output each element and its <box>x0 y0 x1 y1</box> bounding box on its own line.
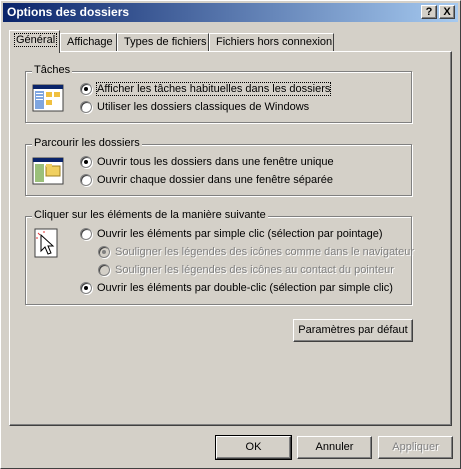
option-label: Ouvrir les éléments par simple clic (sél… <box>97 228 383 240</box>
tasks-group-title: Tâches <box>32 64 73 76</box>
option-label: Souligner les légendes des icônes au con… <box>115 264 394 276</box>
close-button[interactable]: X <box>439 5 455 19</box>
tab-display-label: Affichage <box>67 36 113 48</box>
tab-general-label: Général <box>13 33 58 47</box>
radio-button[interactable] <box>80 101 92 113</box>
tab-offline-files-label: Fichiers hors connexion <box>216 36 333 48</box>
tab-file-types[interactable]: Types de fichiers <box>117 33 209 52</box>
tab-general[interactable]: Général <box>9 30 60 53</box>
cancel-label: Annuler <box>315 441 354 453</box>
ok-button[interactable]: OK <box>215 435 292 460</box>
radio-button <box>98 264 110 276</box>
title-bar[interactable]: Options des dossiers ? X <box>3 3 458 22</box>
option-label: Souligner les légendes des icônes comme … <box>115 246 415 258</box>
cancel-button[interactable]: Annuler <box>297 436 372 459</box>
radio-button <box>98 246 110 258</box>
radio-button[interactable] <box>80 228 92 240</box>
window-title: Options des dossiers <box>7 5 130 19</box>
ok-label: OK <box>245 441 262 453</box>
tab-offline-files[interactable]: Fichiers hors connexion <box>209 33 334 52</box>
tasks-group: Tâches Afficher les tâches habituelles d… <box>25 64 412 123</box>
radio-button[interactable] <box>80 174 92 186</box>
option-label: Ouvrir les éléments par double-clic (sél… <box>97 282 393 294</box>
radio-button[interactable] <box>80 156 92 168</box>
pointer-click-icon <box>34 228 58 258</box>
tab-file-types-label: Types de fichiers <box>124 36 207 48</box>
option-label: Ouvrir chaque dossier dans une fenêtre s… <box>97 174 334 186</box>
help-button[interactable]: ? <box>421 5 437 19</box>
click-items-group: Cliquer sur les éléments de la manière s… <box>25 209 415 305</box>
option-label: Utiliser les dossiers classiques de Wind… <box>97 101 310 113</box>
folder-window-icon <box>32 157 64 185</box>
tab-display[interactable]: Affichage <box>60 33 117 52</box>
click-group-title: Cliquer sur les éléments de la manière s… <box>32 209 268 221</box>
restore-defaults-button[interactable]: Paramètres par défaut <box>293 319 413 342</box>
apply-button[interactable]: Appliquer <box>378 436 453 459</box>
tasks-view-icon <box>32 84 64 112</box>
radio-button[interactable] <box>80 83 92 95</box>
radio-button[interactable] <box>80 282 92 294</box>
option-label: Ouvrir tous les dossiers dans une fenêtr… <box>97 156 334 168</box>
option-label: Afficher les tâches habituelles dans les… <box>95 82 332 96</box>
browse-folders-group: Parcourir les dossiers Ouvrir tous les d… <box>25 137 412 196</box>
browse-group-title: Parcourir les dossiers <box>32 137 142 149</box>
general-tab-panel: Tâches Afficher les tâches habituelles d… <box>9 51 452 426</box>
restore-defaults-label: Paramètres par défaut <box>298 324 408 336</box>
apply-label: Appliquer <box>392 441 439 453</box>
folder-options-dialog: Options des dossiers ? X Général Afficha… <box>0 0 461 469</box>
